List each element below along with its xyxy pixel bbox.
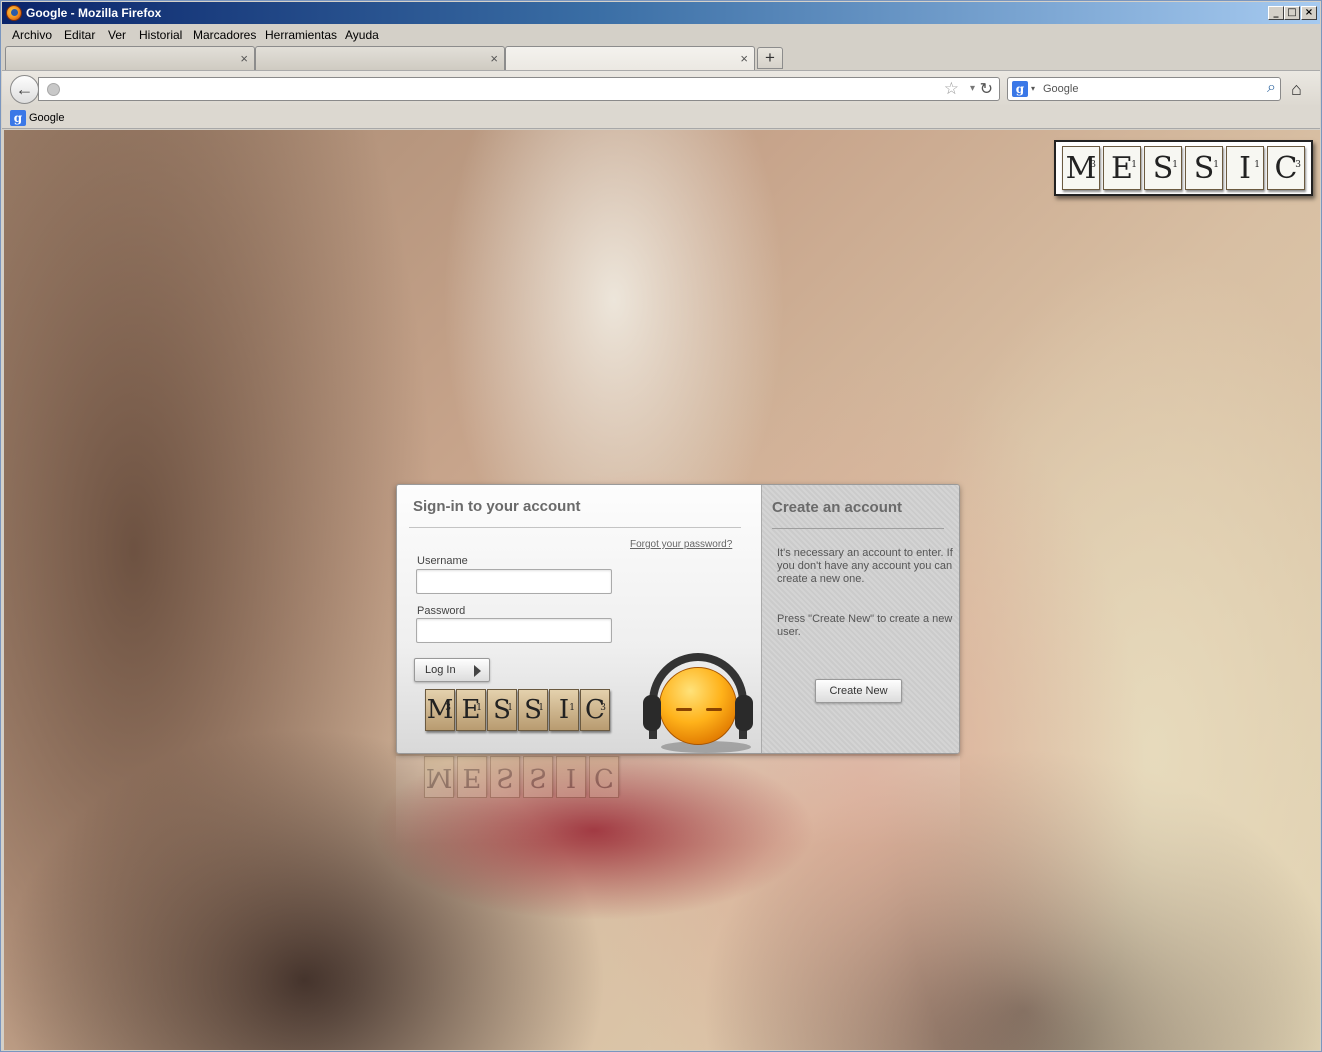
menu-ver[interactable]: Ver [108,28,126,42]
back-button[interactable]: ← [10,75,39,104]
logo-tile: E1 [456,689,486,731]
messic-logo-small: M3 E1 S1 S1 I1 C3 [425,689,610,731]
magnifier-icon[interactable]: ⌕ [1267,79,1276,97]
username-label: Username [417,555,468,567]
password-label: Password [417,605,466,617]
tab-close-icon[interactable]: × [240,51,248,66]
logo-tile: S1 [1185,146,1223,190]
minimize-button[interactable]: _ [1268,6,1284,20]
new-tab-button[interactable]: + [757,47,783,69]
history-dropdown-icon[interactable]: ▾ [970,83,975,94]
create-info-text: It's necessary an account to enter. If y… [777,547,953,585]
logo-tile: S1 [518,689,548,731]
headphone-right [735,695,753,731]
window-title: Google - Mozilla Firefox [26,6,162,20]
divider [409,527,741,528]
messic-logo: M3 E1 S1 S1 I1 C3 [1054,140,1313,196]
create-title: Create an account [772,499,903,516]
menu-editar[interactable]: Editar [64,28,95,42]
maximize-button[interactable]: □ [1284,6,1300,20]
logo-tile: M3 [1062,146,1100,190]
reload-icon[interactable]: ↻ [980,79,993,98]
bookmark-star-icon[interactable]: ☆ [944,79,959,99]
username-field[interactable] [416,569,612,594]
close-window-button[interactable]: × [1301,6,1317,20]
google-icon[interactable]: g [1012,81,1028,97]
navigation-bar: ☆ ▾ ↻ ← g ▾ Google ⌕ ⌂ [2,70,1320,107]
logo-tile: E1 [1103,146,1141,190]
tab-close-icon[interactable]: × [490,51,498,66]
firefox-icon [6,5,22,21]
home-icon[interactable]: ⌂ [1291,79,1302,100]
google-icon: g [10,110,26,126]
login-button[interactable]: Log In [414,658,490,682]
create-instruction-text: Press "Create New" to create a new user. [777,613,953,638]
logo-tile: C3 [580,689,610,731]
page-content: M3 E1 S1 S1 I1 C3 Sign-in to your accoun… [4,130,1320,1050]
bookmark-google[interactable]: Google [29,112,64,124]
tab-2[interactable]: × [255,46,505,70]
tab-strip: × × × + [2,45,1320,71]
menu-marcadores[interactable]: Marcadores [193,28,256,42]
create-new-button[interactable]: Create New [815,679,902,703]
logo-tile: I1 [549,689,579,731]
search-engine-dropdown-icon[interactable]: ▾ [1031,84,1035,93]
tab-1[interactable]: × [5,46,255,70]
login-dialog: Sign-in to your account Forgot your pass… [396,484,960,754]
password-field[interactable] [416,618,612,643]
logo-tile: S1 [487,689,517,731]
menu-herramientas[interactable]: Herramientas [265,28,337,42]
menu-bar: Archivo Editar Ver Historial Marcadores … [2,25,1320,45]
divider [772,528,944,529]
play-arrow-icon [474,665,481,677]
headphones-mascot-icon [643,651,753,753]
logo-tile: C3 [1267,146,1305,190]
login-button-label: Log In [425,664,456,676]
search-bar[interactable]: g ▾ Google ⌕ [1007,77,1281,101]
logo-tile: S1 [1144,146,1182,190]
bookmarks-toolbar: g Google [2,107,1320,129]
globe-icon [47,83,60,96]
forgot-password-link[interactable]: Forgot your password? [630,539,732,550]
create-account-panel: Create an account It's necessary an acco… [761,485,959,753]
url-bar[interactable]: ☆ ▾ ↻ [38,77,1000,101]
menu-historial[interactable]: Historial [139,28,182,42]
browser-window: Google - Mozilla Firefox _ □ × Archivo E… [0,0,1322,1052]
logo-tile: I1 [1226,146,1264,190]
mascot-face [659,667,737,745]
title-bar[interactable]: Google - Mozilla Firefox _ □ × [2,2,1320,24]
signin-title: Sign-in to your account [413,498,581,515]
menu-ayuda[interactable]: Ayuda [345,28,379,42]
search-input[interactable]: Google [1043,83,1078,95]
tab-close-icon[interactable]: × [740,51,748,66]
logo-tile: M3 [425,689,455,731]
signin-panel: Sign-in to your account Forgot your pass… [397,485,761,753]
dialog-reflection: M E S S I C [396,756,960,846]
reflected-logo: M E S S I C [424,756,619,798]
menu-archivo[interactable]: Archivo [12,28,52,42]
headphone-left [643,695,661,731]
tab-3-active[interactable]: × [505,46,755,71]
